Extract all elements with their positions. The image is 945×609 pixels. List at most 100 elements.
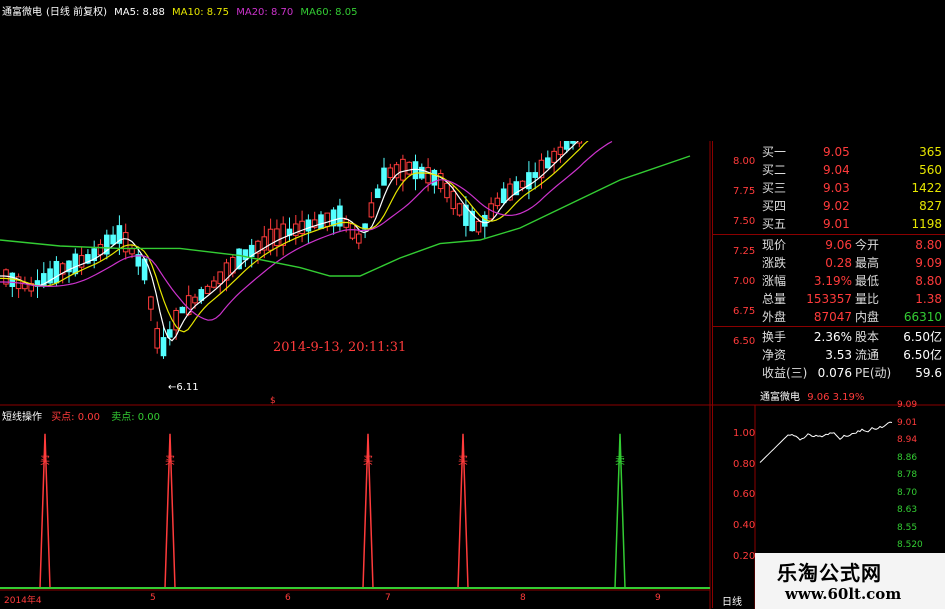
- candle-body: [545, 157, 551, 169]
- buy-signal-label: 买: [165, 456, 175, 467]
- candle-body: [53, 260, 60, 284]
- candle-body: [519, 180, 526, 189]
- order-price: 9.02: [823, 199, 850, 213]
- stat-row: 涨幅 3.19% 最低 8.80: [713, 272, 945, 290]
- candle-body: [242, 249, 249, 261]
- candle-body: [110, 234, 116, 245]
- order-volume: 1422: [911, 181, 942, 195]
- stat-value: 9.06: [825, 238, 852, 252]
- candle-body: [305, 219, 312, 232]
- candle-body: [500, 188, 507, 204]
- candle-body: [425, 167, 431, 184]
- order-volume: 827: [919, 199, 942, 213]
- candle-body: [192, 296, 198, 304]
- buy-signal-label: 买: [363, 456, 373, 467]
- date-tick: 2014年4: [4, 596, 42, 606]
- order-volume: 365: [919, 145, 942, 159]
- stat-value: 1.38: [915, 292, 942, 306]
- mini-tick: 8.63: [897, 505, 918, 515]
- date-tick: 6: [285, 593, 291, 603]
- candle-body: [482, 214, 488, 227]
- stat-label: PE(动): [855, 366, 892, 380]
- candle-body: [368, 202, 375, 218]
- stat-value: 8.80: [915, 274, 942, 288]
- stat-label: 股本: [855, 330, 880, 344]
- stat-label: 换手: [762, 330, 787, 344]
- stat-row: 总量 153357 量比 1.38: [713, 290, 945, 308]
- candle-body: [349, 223, 356, 239]
- watermark-title: 乐淘公式网: [777, 561, 882, 585]
- candle-body: [381, 167, 387, 186]
- stat-label: 总量: [762, 292, 787, 306]
- candle-body: [406, 161, 412, 175]
- divider-line: [712, 234, 945, 235]
- stat-value: 6.50亿: [903, 330, 942, 344]
- order-price: 9.04: [823, 163, 850, 177]
- candle-body: [356, 233, 362, 244]
- order-label: 买五: [762, 217, 787, 231]
- stat-label: 流通: [855, 348, 880, 362]
- candle-body: [412, 161, 419, 180]
- blank-overlay: [273, 281, 673, 328]
- blank-region: [533, 0, 945, 141]
- candle-body: [217, 271, 223, 285]
- candle-body: [450, 190, 457, 210]
- mini-tick: 8.55: [897, 522, 918, 533]
- candle-body: [557, 146, 564, 155]
- stat-value: 3.19%: [813, 274, 852, 288]
- sell-signal-label: 卖: [615, 456, 625, 467]
- candle-body: [72, 253, 79, 275]
- candle-body: [400, 158, 406, 181]
- indicator-title[interactable]: 短线操作: [2, 412, 42, 423]
- stat-label: 现价: [762, 238, 787, 252]
- stat-label: 内盘: [855, 310, 880, 324]
- divider-line: [712, 326, 945, 327]
- candle-body: [475, 220, 482, 233]
- timestamp: 2014-9-13, 20:11:31: [273, 340, 407, 355]
- order-row: 买四 9.02 827: [713, 197, 945, 215]
- candle-body: [267, 228, 274, 251]
- stat-row: 现价 9.06 今开 8.80: [713, 236, 945, 254]
- dollar-marker: $: [270, 396, 276, 406]
- order-price: 9.01: [823, 217, 850, 231]
- stat-label: 量比: [855, 292, 880, 306]
- buy-signal-label: 买: [40, 456, 50, 467]
- candle-body: [456, 203, 463, 216]
- sell-point-label: 卖点: 0.00: [111, 412, 161, 423]
- candle-body: [280, 223, 286, 246]
- candle-body: [494, 197, 501, 207]
- candle-body: [167, 329, 173, 338]
- stock-terminal-window: 通富微电 (日线 前复权) MA5: 8.88 MA10: 8.75 MA20: …: [0, 0, 945, 609]
- order-row: 买二 9.04 560: [713, 161, 945, 179]
- candle-body: [179, 306, 186, 314]
- stat-value: 66310: [903, 310, 942, 324]
- mini-tick: 9.09: [897, 400, 918, 410]
- candle-body: [299, 220, 305, 234]
- mini-price-pct: 9.06 3.19%: [807, 392, 865, 403]
- mini-tick: 9.01: [897, 417, 918, 428]
- indicator-header: 短线操作 买点: 0.00 卖点: 0.00: [2, 408, 160, 423]
- candle-body: [330, 209, 337, 227]
- date-tick: 9: [655, 593, 661, 603]
- date-tick: 8: [520, 593, 526, 603]
- mini-tick: 8.70: [897, 487, 918, 498]
- mini-tick: 8.78: [897, 470, 918, 480]
- candle-body: [97, 243, 104, 256]
- stat-value: 0.28: [825, 256, 852, 270]
- stat-value: 2.36%: [813, 330, 852, 344]
- order-row: 买五 9.01 1198: [713, 215, 945, 233]
- stat-value: 153357: [806, 292, 852, 306]
- candle-body: [211, 280, 217, 288]
- candle-body: [387, 167, 394, 178]
- date-tick: 7: [385, 593, 391, 603]
- order-label: 买四: [762, 199, 787, 213]
- candle-body: [148, 296, 154, 310]
- stat-row: 外盘 87047 内盘 66310: [713, 308, 945, 326]
- stat-value: 87047: [813, 310, 852, 324]
- stat-label: 涨跌: [762, 256, 787, 270]
- candle-body: [324, 212, 331, 228]
- candle-body: [374, 188, 381, 199]
- stat-value: 9.09: [915, 256, 942, 270]
- order-volume: 560: [919, 163, 942, 177]
- stat-label: 今开: [855, 238, 880, 252]
